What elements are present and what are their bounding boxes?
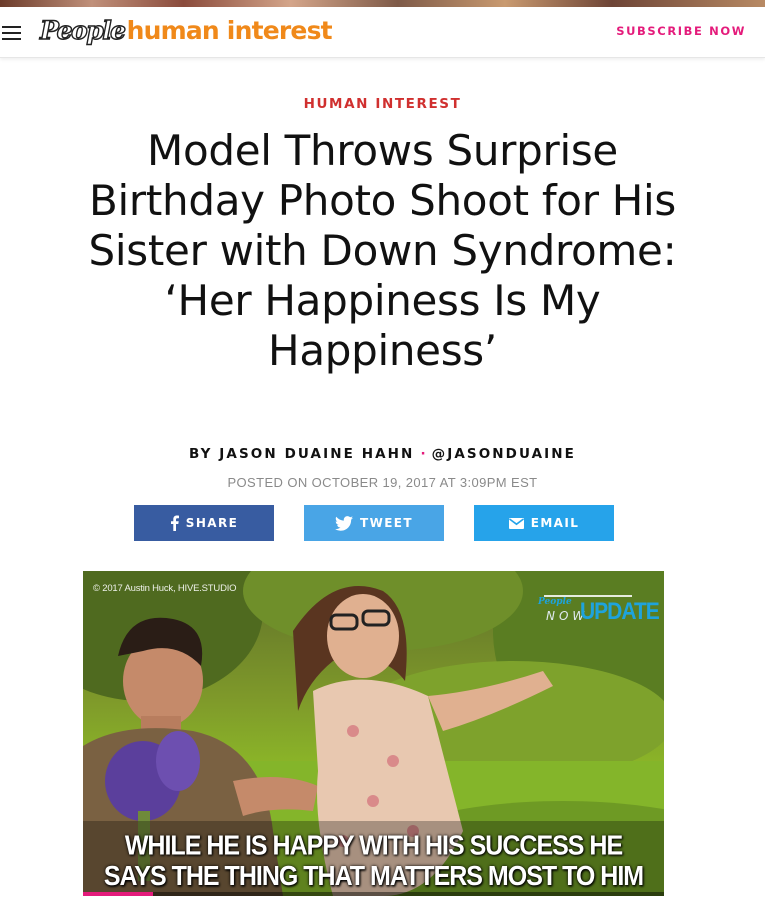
people-now-update-badge: People NOW UPDATE xyxy=(538,587,660,627)
twitter-share-label: TWEET xyxy=(359,516,413,530)
video-progress-fill xyxy=(83,892,153,896)
video-progress-track[interactable] xyxy=(83,892,664,896)
video-player[interactable]: © 2017 Austin Huck, HIVE.STUDIO People N… xyxy=(83,571,664,896)
byline-author[interactable]: BY JASON DUAINE HAHN xyxy=(189,446,414,462)
envelope-icon xyxy=(508,517,524,529)
video-caption-line-1: WHILE HE IS HAPPY WITH HIS SUCCESS HE xyxy=(124,830,623,861)
badge-brand: People xyxy=(538,597,572,607)
category-kicker[interactable]: HUMAN INTEREST xyxy=(0,96,765,112)
logo-section: human interest xyxy=(126,16,333,45)
byline-twitter-handle[interactable]: @JASONDUAINE xyxy=(432,446,576,462)
logo-brand: People xyxy=(39,15,126,45)
video-caption-line-2: SAYS THE THING THAT MATTERS MOST TO HIM xyxy=(103,861,644,892)
video-caption: WHILE HE IS HAPPY WITH HIS SUCCESS HE SA… xyxy=(83,830,664,892)
subscribe-button[interactable]: SUBSCRIBE NOW xyxy=(616,24,746,38)
facebook-share-button[interactable]: SHARE xyxy=(134,505,274,541)
menu-icon[interactable] xyxy=(2,26,21,41)
site-header: Peoplehuman interest SUBSCRIBE NOW xyxy=(0,7,765,58)
byline: BY JASON DUAINE HAHN · @JASONDUAINE xyxy=(0,446,765,462)
twitter-icon xyxy=(334,515,353,531)
byline-separator: · xyxy=(420,446,426,462)
top-photo-strip xyxy=(0,0,765,7)
twitter-share-button[interactable]: TWEET xyxy=(304,505,444,541)
facebook-icon xyxy=(170,515,179,531)
site-logo[interactable]: Peoplehuman interest xyxy=(39,15,333,50)
email-share-button[interactable]: EMAIL xyxy=(474,505,614,541)
email-share-label: EMAIL xyxy=(530,516,580,530)
article-headline: Model Throws Surprise Birthday Photo Sho… xyxy=(88,126,677,375)
video-credit: © 2017 Austin Huck, HIVE.STUDIO xyxy=(93,583,237,594)
facebook-share-label: SHARE xyxy=(185,516,239,530)
posted-date: POSTED ON OCTOBER 19, 2017 AT 3:09PM EST xyxy=(227,475,538,490)
badge-update: UPDATE xyxy=(580,598,660,625)
